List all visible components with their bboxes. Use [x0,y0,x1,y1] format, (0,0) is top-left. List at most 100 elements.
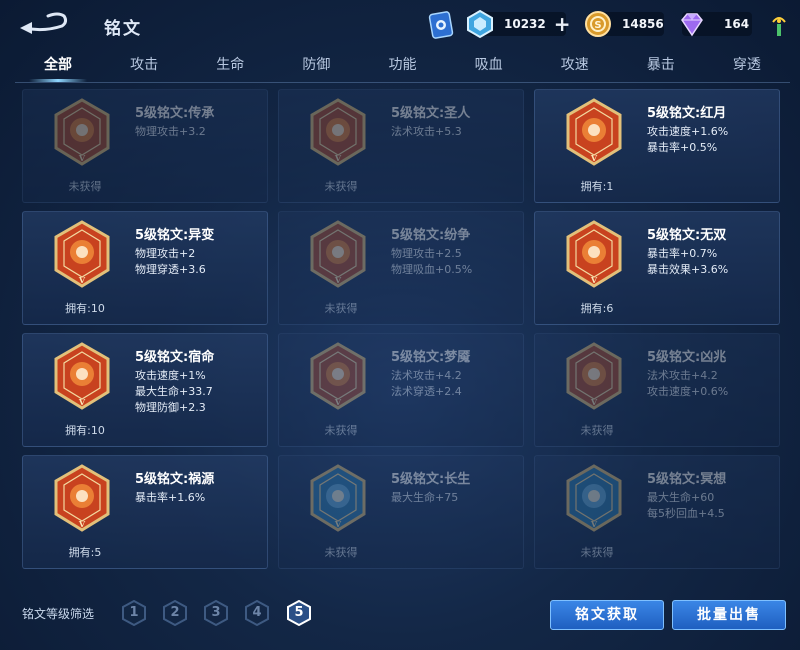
inscription-name: 5级铭文:宿命 [135,350,215,365]
inscription-card[interactable]: V 5级铭文:无双 暴击率+0.7% 暴击效果+3.6% 拥有:6 [534,211,780,325]
inscription-name: 5级铭文:冥想 [647,472,727,487]
inscription-attributes: 最大生命+60 每5秒回血+4.5 [647,490,725,522]
inscription-attributes: 法术攻击+5.3 [391,124,462,140]
top-bar: 铭文 10232 + S 14856 164 [0,0,800,50]
inscription-name: 5级铭文:祸源 [135,472,215,487]
inscription-card[interactable]: V 5级铭文:异变物理攻击+2 物理穿透+3.6 拥有:10 [22,211,268,325]
flame-icon: V [54,342,110,410]
inscription-attributes: 最大生命+75 [391,490,458,506]
inscription-card[interactable]: V 5级铭文:梦魇法术攻击+4.2 法术穿透+2.4 未获得 [278,333,524,447]
tab-2[interactable]: 生命 [187,50,273,82]
inscription-status: 拥有:10 [65,302,105,315]
inscription-attribute: 攻击速度+0.6% [647,385,729,398]
level-filter-5[interactable]: 5 [286,599,312,627]
inscription-attribute: 攻击速度+1% [135,369,206,382]
inscription-card[interactable]: V 5级铭文:宿命 攻击速度+1% 最大生命+33.7 物理防御+2.3 拥有:10 [22,333,268,447]
inscription-attribute: 物理穿透+3.6 [135,263,206,276]
svg-text:V: V [590,519,598,529]
inscription-status: 未获得 [324,180,358,193]
gold-counter: S 14856 [585,11,664,37]
level-filter-1[interactable]: 1 [121,599,147,627]
svg-text:V: V [78,397,86,407]
inscription-card[interactable]: V 5级铭文:传承 物理攻击+3.2 未获得 [22,89,268,203]
tab-7[interactable]: 暴击 [618,50,704,82]
inscription-attributes: 法术攻击+4.2 攻击速度+0.6% [647,368,728,400]
svg-text:V: V [334,397,342,407]
inscription-attribute: 法术攻击+5.3 [391,125,462,138]
svg-text:V: V [590,275,598,285]
inscription-name: 5级铭文:圣人 [391,106,471,121]
tab-6[interactable]: 攻速 [532,50,618,82]
inscription-card[interactable]: V 5级铭文:凶兆 法术攻击+4.2 攻击速度+0.6% 未获得 [534,333,780,447]
svg-text:V: V [334,153,342,163]
inscription-attribute: 法术穿透+2.4 [391,385,462,398]
back-button[interactable] [18,10,70,36]
tab-divider [15,82,790,83]
inscription-card[interactable]: V 5级铭文:纷争 物理攻击+2.5 物理吸血+0.5% 未获得 [278,211,524,325]
acquire-inscription-button[interactable]: 铭文获取 [550,600,664,630]
inscription-attribute: 物理攻击+2.5 [391,247,462,260]
inscription-status: 拥有:6 [580,302,614,315]
inscription-attribute: 暴击率+0.7% [647,247,718,260]
level-filter-4[interactable]: 4 [244,599,270,627]
inscription-name: 5级铭文:异变 [135,228,215,243]
inscription-card[interactable]: V 5级铭文:祸源 暴击率+1.6% 拥有:5 [22,455,268,569]
svg-text:S: S [594,20,601,31]
inscription-attribute: 法术攻击+4.2 [647,369,718,382]
inscription-status: 未获得 [324,424,358,437]
web-star-icon: V [566,464,622,532]
inscription-attributes: 法术攻击+4.2 法术穿透+2.4 [391,368,462,400]
batch-sell-button[interactable]: 批量出售 [672,600,786,630]
tab-1[interactable]: 攻击 [101,50,187,82]
inscription-attributes: 物理攻击+3.2 [135,124,206,140]
flame-crown-icon: V [310,342,366,410]
inscription-status: 拥有:5 [68,546,102,559]
gold-value: 14856 [622,17,664,31]
inscription-card[interactable]: V 5级铭文:长生 最大生命+75 未获得 [278,455,524,569]
tab-3[interactable]: 防御 [273,50,359,82]
inscription-attributes: 物理攻击+2.5 物理吸血+0.5% [391,246,472,278]
tab-4[interactable]: 功能 [359,50,445,82]
inscription-attribute: 最大生命+75 [391,491,459,504]
inscription-attribute: 攻击速度+1.6% [647,125,729,138]
back-arrow-icon [20,12,68,34]
inscription-attribute: 最大生命+33.7 [135,385,213,398]
add-diamond-button[interactable]: + [554,14,571,34]
inscription-attribute: 最大生命+60 [647,491,715,504]
inscription-status: 未获得 [580,546,614,559]
tab-5[interactable]: 吸血 [446,50,532,82]
inscription-name: 5级铭文:红月 [647,106,727,121]
tab-0[interactable]: 全部 [15,50,101,82]
inscription-status: 拥有:10 [65,424,105,437]
level-filter-2[interactable]: 2 [162,599,188,627]
inscription-name: 5级铭文:梦魇 [391,350,471,365]
inscription-card[interactable]: V 5级铭文:圣人 法术攻击+5.3 未获得 [278,89,524,203]
level-number: 2 [170,605,180,620]
diamond-value: 10232 [504,17,546,31]
inscription-card-icon[interactable] [428,10,456,40]
svg-text:V: V [78,153,86,163]
inscription-attribute: 暴击率+1.6% [135,491,206,504]
pillars-icon: V [54,98,110,166]
inscription-status: 未获得 [324,302,358,315]
svg-text:V: V [78,519,86,529]
mask-icon: V [54,220,110,288]
svg-text:V: V [334,519,342,529]
axe-icon: V [310,220,366,288]
inscription-name: 5级铭文:长生 [391,472,471,487]
inscription-attributes: 暴击率+0.7% 暴击效果+3.6% [647,246,728,278]
fan-icon: V [54,464,110,532]
inscription-attributes: 物理攻击+2 物理穿透+3.6 [135,246,206,278]
diamond-icon [467,9,493,39]
whale-tail-icon: V [310,464,366,532]
inscription-card[interactable]: V 5级铭文:冥想 最大生命+60 每5秒回血+4.5 未获得 [534,455,780,569]
svg-text:V: V [590,397,598,407]
inscription-status: 未获得 [324,546,358,559]
inscription-attribute: 每5秒回血+4.5 [647,507,725,520]
svg-text:V: V [334,275,342,285]
inscription-attribute: 物理攻击+3.2 [135,125,206,138]
level-filter-3[interactable]: 3 [203,599,229,627]
inscription-card[interactable]: V 5级铭文:红月 攻击速度+1.6% 暴击率+0.5% 拥有:1 [534,89,780,203]
tab-8[interactable]: 穿透 [704,50,790,82]
inscription-status: 拥有:1 [580,180,614,193]
